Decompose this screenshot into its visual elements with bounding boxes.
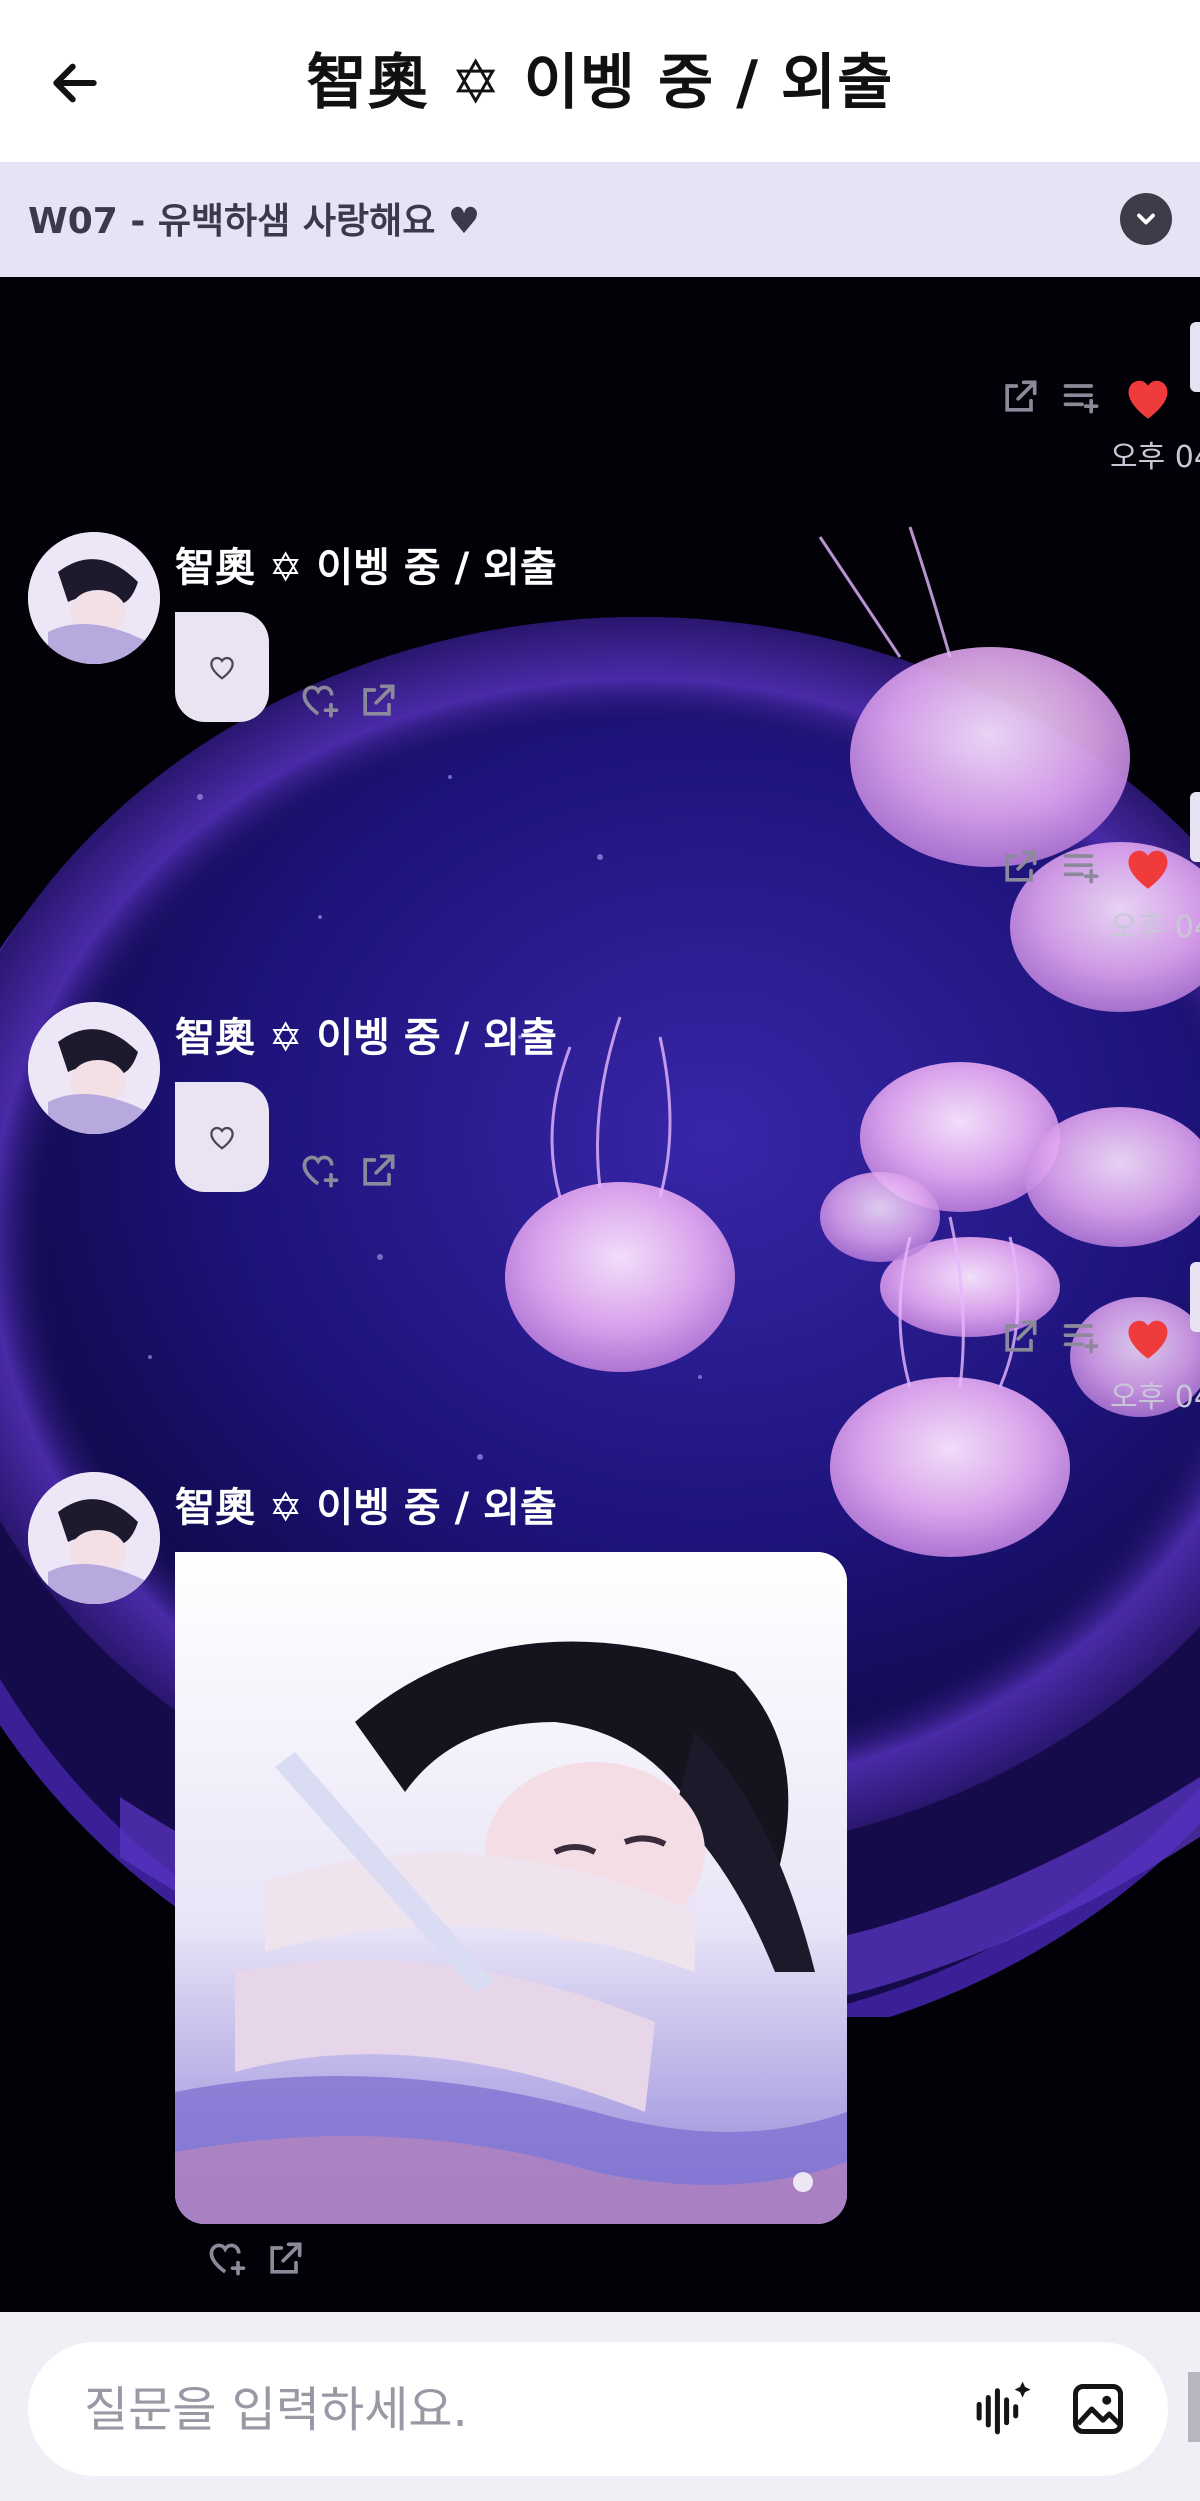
heart-filled-icon [1128,1320,1168,1359]
heart-outline-icon [210,656,234,680]
message-time: 오후 04 [1110,440,1200,475]
top-app-bar: 智奧 ✡ 이벵 중 / 외출 [0,0,1200,162]
image-icon [1073,2384,1123,2434]
add-to-list-button[interactable] [1060,845,1104,889]
share-external-icon [1005,380,1037,412]
image-message-bubble[interactable] [175,1552,847,2224]
share-button[interactable] [998,845,1042,889]
share-button[interactable] [356,1149,400,1193]
share-button[interactable] [998,1315,1042,1359]
notice-bar[interactable]: W07 - 유백하샘 사랑해요 ♥ [0,162,1200,277]
avatar-image [28,1472,160,1604]
own-message-bubble-edge[interactable] [1190,792,1200,862]
message-input-container[interactable] [28,2342,1168,2476]
heart-filled-icon [1128,850,1168,889]
react-button[interactable] [298,1149,342,1193]
notice-expand-button[interactable] [1120,193,1172,245]
add-to-list-button[interactable] [1060,1315,1104,1359]
share-external-icon [363,684,395,716]
own-message-actions [998,373,1174,421]
sender-name: 智奧 ✡ 이벵 중 / 외출 [175,1485,557,1531]
like-button[interactable] [1122,373,1174,421]
share-button[interactable] [263,2237,307,2281]
sender-name: 智奧 ✡ 이벵 중 / 외출 [175,545,557,591]
avatar-image [28,1002,160,1134]
heart-message-bubble[interactable] [175,612,269,722]
own-message-actions [998,1313,1174,1361]
sender-avatar[interactable] [28,1472,160,1604]
message-time: 오후 04 [1110,910,1200,945]
playlist-add-icon [1063,384,1099,414]
react-button[interactable] [298,679,342,723]
voice-input-button[interactable] [968,2375,1036,2443]
heart-plus-icon [209,2243,246,2276]
heart-filled-icon [1128,380,1168,419]
heart-outline-icon [210,1126,234,1150]
chat-title: 智奧 ✡ 이벵 중 / 외출 [306,48,894,118]
message-actions [298,1149,400,1193]
message-input-bar [0,2312,1200,2501]
heart-plus-icon [302,1155,339,1188]
notice-text: W07 - 유백하샘 사랑해요 ♥ [28,201,481,242]
share-external-icon [363,1154,395,1186]
like-button[interactable] [1122,843,1174,891]
playlist-add-icon [1063,854,1099,884]
chevron-down-icon [1137,213,1155,225]
shared-illustration-image [175,1552,847,2224]
sender-name: 智奧 ✡ 이벵 중 / 외출 [175,1015,557,1061]
voice-waveform-sparkle-icon [976,2381,1031,2435]
share-external-icon [1005,1320,1037,1352]
sender-avatar[interactable] [28,1002,160,1134]
message-actions [298,679,400,723]
react-button[interactable] [205,2237,249,2281]
sender-avatar[interactable] [28,532,160,664]
send-button-edge[interactable] [1188,2372,1200,2442]
question-input[interactable] [82,2370,946,2450]
share-external-icon [270,2242,302,2274]
share-external-icon [1005,850,1037,882]
own-message-bubble-edge[interactable] [1190,1262,1200,1332]
message-time: 오후 04 [1110,1380,1200,1415]
share-button[interactable] [998,375,1042,419]
playlist-add-icon [1063,1324,1099,1354]
heart-message-bubble[interactable] [175,1082,269,1192]
attach-image-button[interactable] [1064,2375,1132,2443]
own-message-actions [998,843,1174,891]
avatar-image [28,532,160,664]
chat-area[interactable]: 오후 04 智奧 ✡ 이벵 중 / 외출 [0,277,1200,2312]
message-actions [205,2237,307,2281]
heart-plus-icon [302,685,339,718]
add-to-list-button[interactable] [1060,375,1104,419]
share-button[interactable] [356,679,400,723]
like-button[interactable] [1122,1313,1174,1361]
own-message-bubble-edge[interactable] [1190,322,1200,392]
